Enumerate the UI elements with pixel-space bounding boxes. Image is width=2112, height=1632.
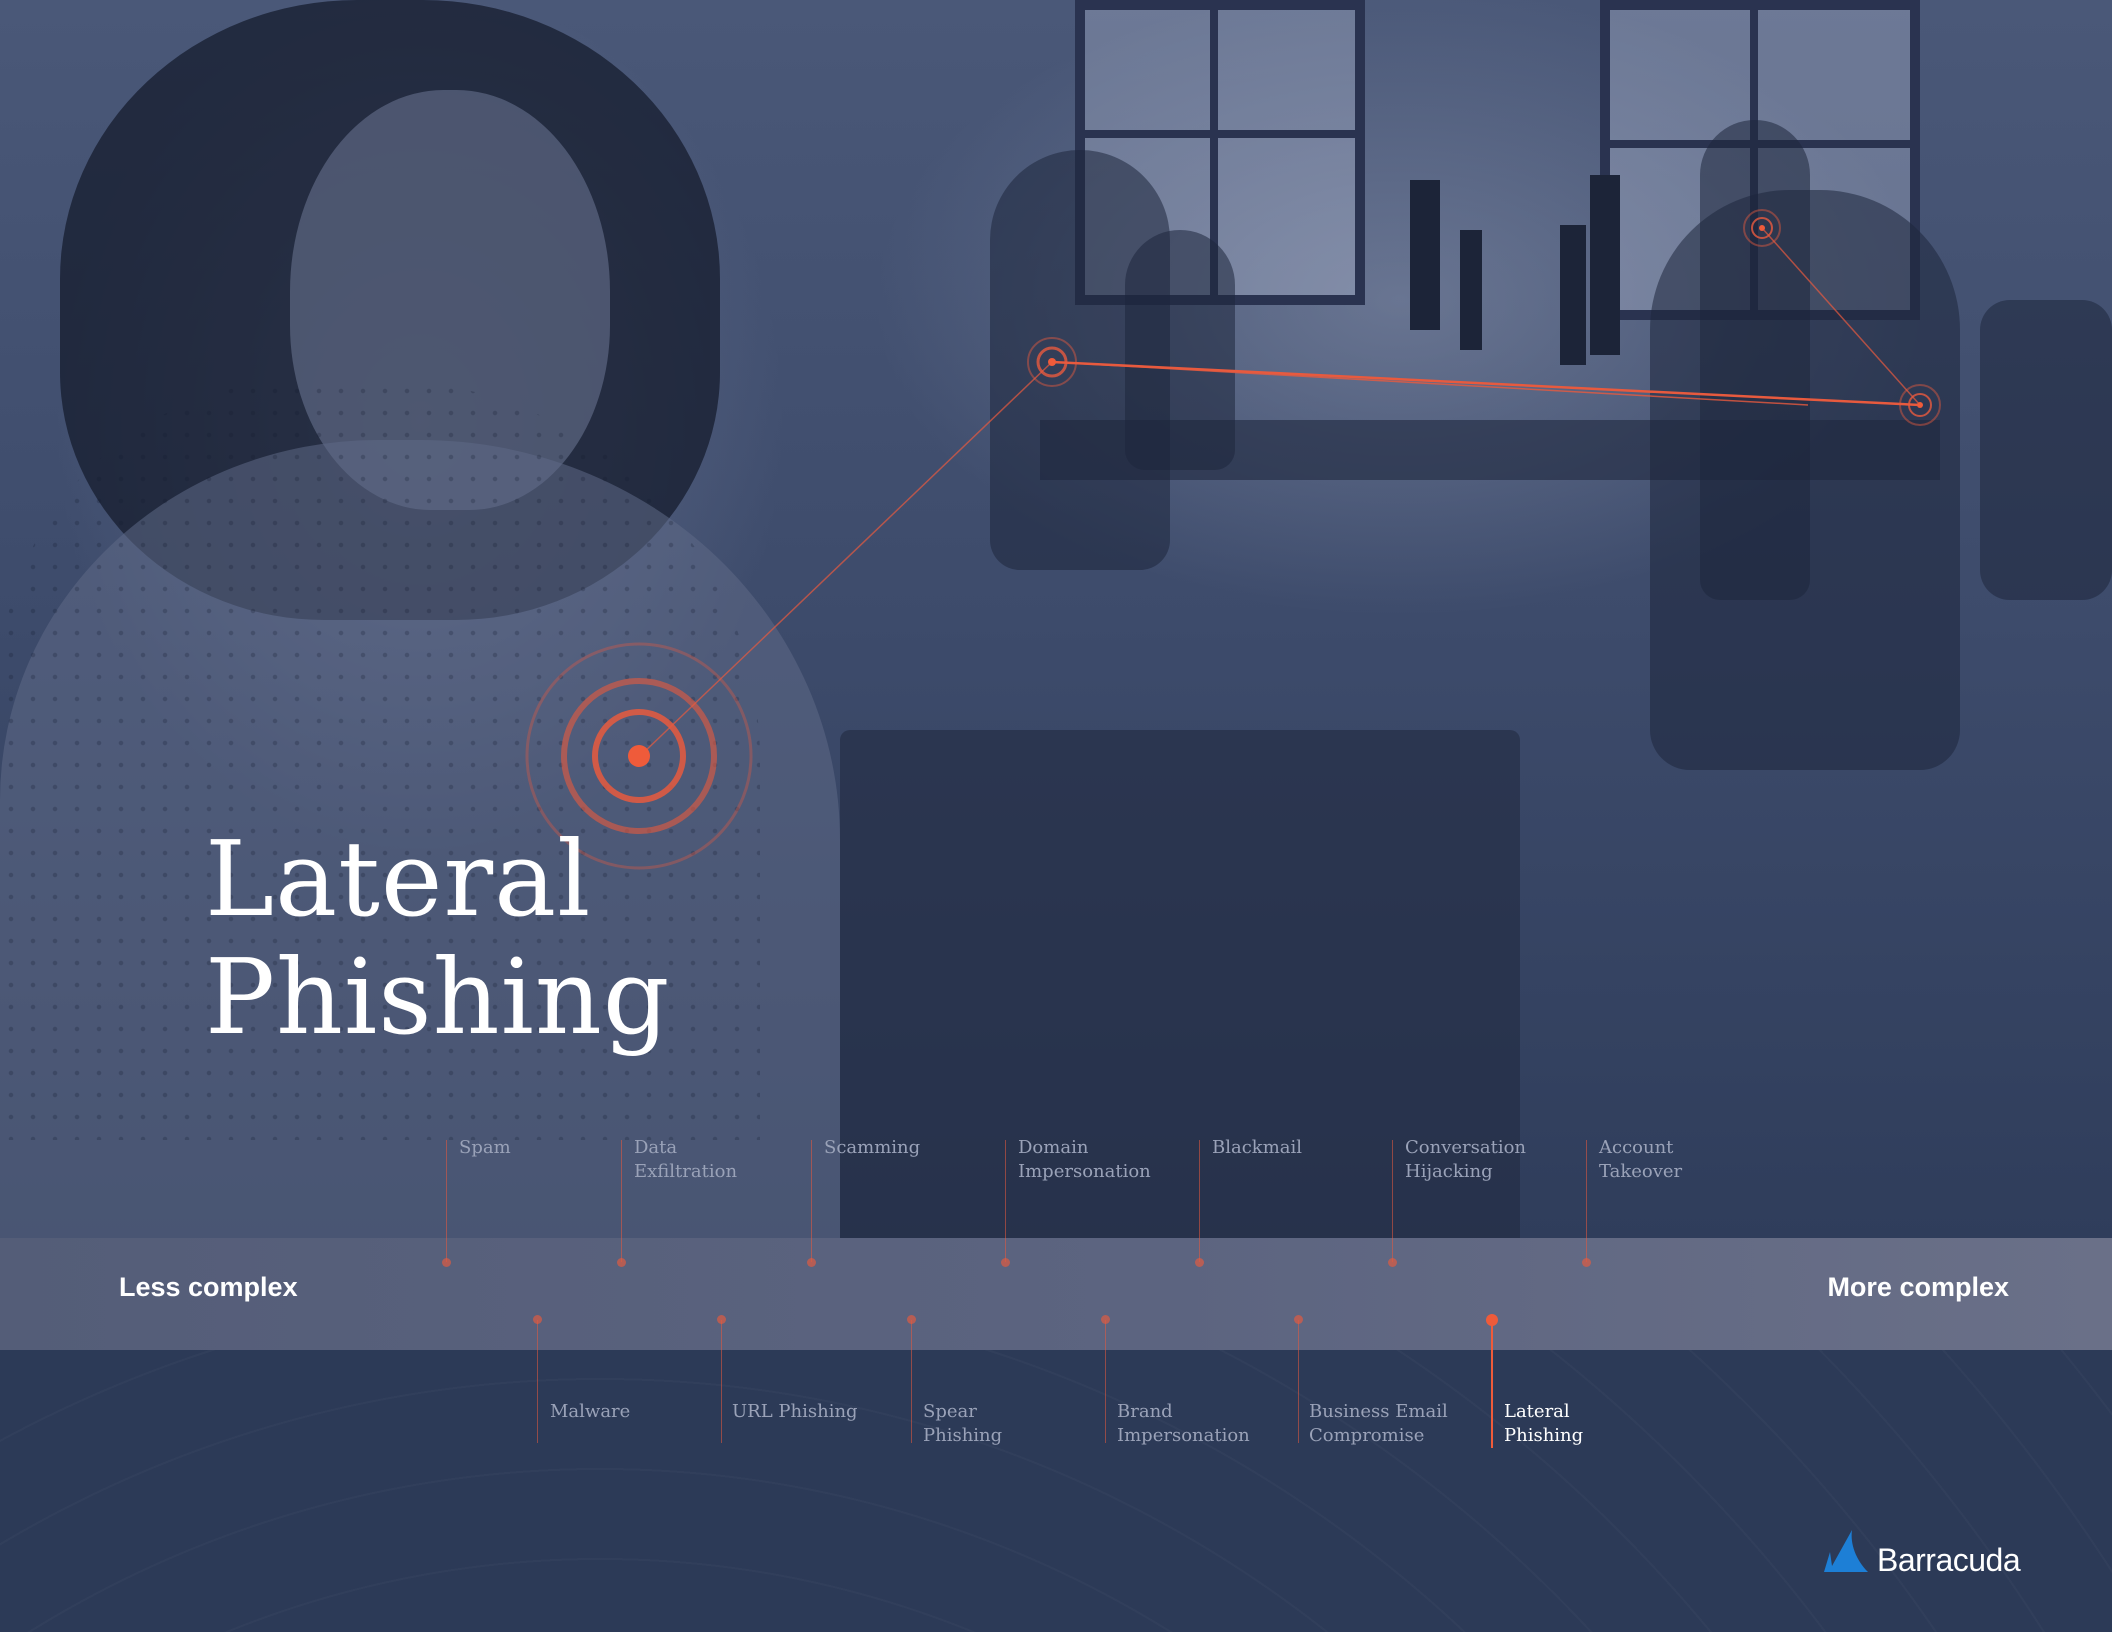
connection-line xyxy=(639,361,1053,757)
scale-tick xyxy=(1199,1140,1200,1262)
scale-tick xyxy=(1298,1320,1299,1443)
scale-tick xyxy=(1586,1140,1587,1262)
scale-tick xyxy=(537,1320,538,1443)
scale-label-brand-impersonation: Brand Impersonation xyxy=(1117,1401,1250,1446)
background-pattern xyxy=(0,1350,2112,1632)
complexity-scale-band xyxy=(0,1238,2112,1350)
scale-label-blackmail: Blackmail xyxy=(1212,1137,1303,1158)
more-complex-label: More complex xyxy=(1827,1272,2009,1302)
scale-label-data-exfiltration: Data Exfiltration xyxy=(634,1137,738,1182)
connection-line xyxy=(1761,227,1921,406)
scale-dot xyxy=(1582,1258,1591,1267)
scale-label-account-takeover: Account Takeover xyxy=(1599,1137,1683,1182)
brand-name: Barracuda xyxy=(1877,1542,2021,1578)
scale-label-spam: Spam xyxy=(459,1137,511,1158)
scale-label-spear-phishing: Spear Phishing xyxy=(923,1401,1003,1446)
scale-label-domain-impersonation: Domain Impersonation xyxy=(1018,1137,1151,1182)
scale-dot xyxy=(1195,1258,1204,1267)
scale-dot xyxy=(807,1258,816,1267)
title-line-2: Phishing xyxy=(205,936,671,1058)
connection-line xyxy=(1051,360,1921,407)
title-line-1: Lateral xyxy=(205,818,592,940)
scale-tick xyxy=(621,1140,622,1262)
scale-label-scamming: Scamming xyxy=(824,1137,921,1158)
scale-label-lateral-phishing: Lateral Phishing xyxy=(1504,1401,1584,1446)
less-complex-label: Less complex xyxy=(119,1272,298,1302)
scale-label-malware: Malware xyxy=(550,1401,631,1422)
scale-label-conversation-hijacking: Conversation Hijacking xyxy=(1405,1137,1527,1182)
connection-lines xyxy=(639,227,1921,757)
scale-label-url-phishing: URL Phishing xyxy=(732,1401,858,1422)
scale-label-business-email-compromise: Business Email Compromise xyxy=(1309,1401,1448,1446)
scale-dot xyxy=(442,1258,451,1267)
scale-tick xyxy=(446,1140,447,1262)
scale-tick xyxy=(811,1140,812,1262)
scale-tick-active xyxy=(1491,1320,1493,1448)
scale-tick xyxy=(1005,1140,1006,1262)
scale-tick xyxy=(721,1320,722,1443)
connection-line xyxy=(1051,361,1809,406)
scale-dot xyxy=(1388,1258,1397,1267)
scale-dot xyxy=(617,1258,626,1267)
page-title: Lateral Phishing xyxy=(205,820,670,1056)
scale-tick xyxy=(1105,1320,1106,1443)
scale-dot xyxy=(1001,1258,1010,1267)
scale-tick xyxy=(1392,1140,1393,1262)
scale-tick xyxy=(911,1320,912,1443)
target-small-icon xyxy=(1743,209,1781,247)
